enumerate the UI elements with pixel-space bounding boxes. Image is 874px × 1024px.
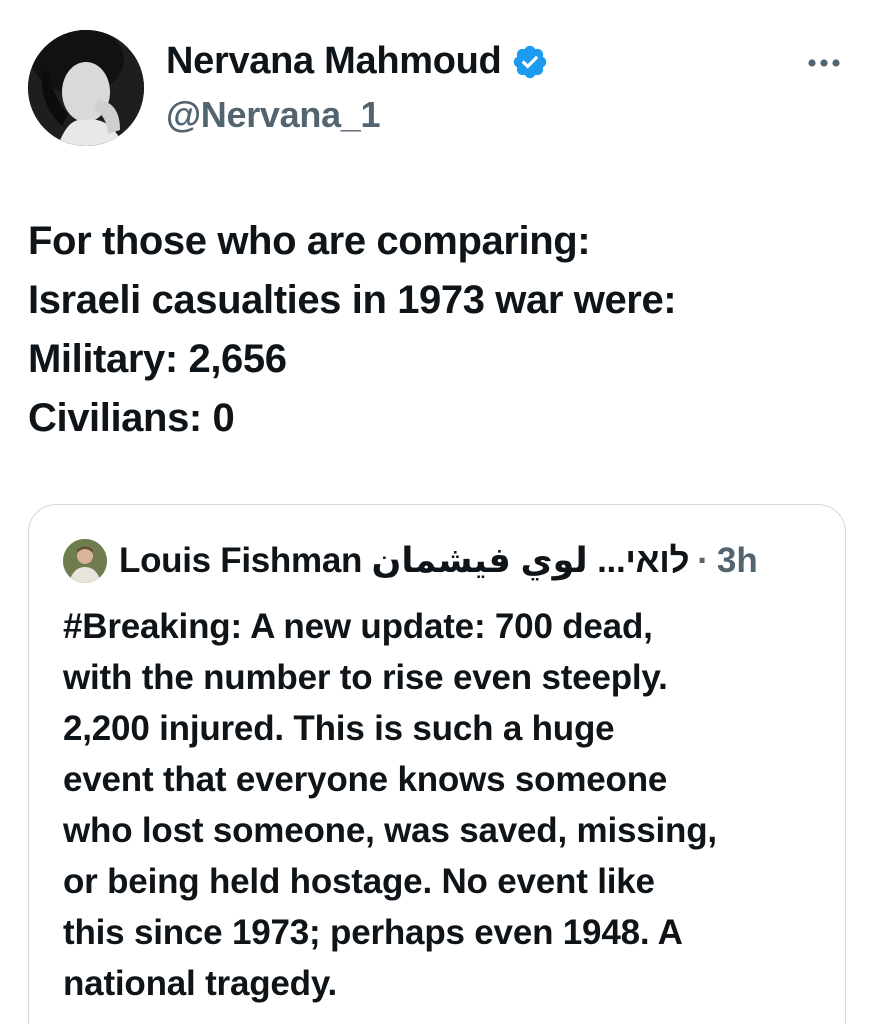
- quoted-author-avatar[interactable]: [63, 539, 107, 583]
- quoted-tweet-text: #Breaking: A new update: 700 dead, with …: [63, 601, 823, 1009]
- author-handle[interactable]: @Nervana_1: [166, 94, 381, 136]
- tweet-line: For those who are comparing:: [28, 219, 591, 263]
- tweet-line: Military: 2,656: [28, 337, 287, 381]
- tweet-text: For those who are comparing: Israeli cas…: [28, 212, 848, 448]
- quoted-tweet-line: this since 1973; perhaps even 1948. A: [63, 913, 683, 952]
- more-options-button[interactable]: [804, 48, 844, 78]
- quoted-tweet-line: who lost someone, was saved, missing,: [63, 811, 717, 850]
- author-avatar[interactable]: [28, 30, 144, 146]
- quoted-tweet-line: or being held hostage. No event like: [63, 862, 655, 901]
- quoted-tweet-header: Louis Fishman לואי... لوي فيشمان · 3h: [63, 539, 758, 583]
- profile-photo-icon: [28, 30, 144, 146]
- quoted-tweet-time[interactable]: 3h: [717, 541, 758, 581]
- quoted-tweet-line: national tragedy.: [63, 964, 338, 1003]
- quoted-author-name[interactable]: Louis Fishman לואי... لوي فيشمان: [119, 541, 690, 581]
- profile-photo-icon: [63, 539, 107, 583]
- quoted-tweet-line: event that everyone knows someone: [63, 760, 668, 799]
- tweet-page: Nervana Mahmoud @Nervana_1 For those who…: [0, 0, 874, 1024]
- separator-dot: ·: [697, 541, 709, 580]
- quoted-tweet-line: with the number to rise even steeply.: [63, 658, 668, 697]
- quoted-tweet-card[interactable]: Louis Fishman לואי... لوي فيشمان · 3h #B…: [28, 504, 846, 1024]
- more-horizontal-icon: [808, 59, 840, 67]
- tweet-line: Israeli casualties in 1973 war were:: [28, 278, 677, 322]
- tweet-line: Civilians: 0: [28, 396, 235, 440]
- quoted-tweet-line: 2,200 injured. This is such a huge: [63, 709, 615, 748]
- author-name-row[interactable]: Nervana Mahmoud: [166, 40, 549, 83]
- verified-badge-icon[interactable]: [511, 43, 549, 81]
- quoted-tweet-line: #Breaking: A new update: 700 dead,: [63, 607, 653, 646]
- author-display-name[interactable]: Nervana Mahmoud: [166, 40, 502, 83]
